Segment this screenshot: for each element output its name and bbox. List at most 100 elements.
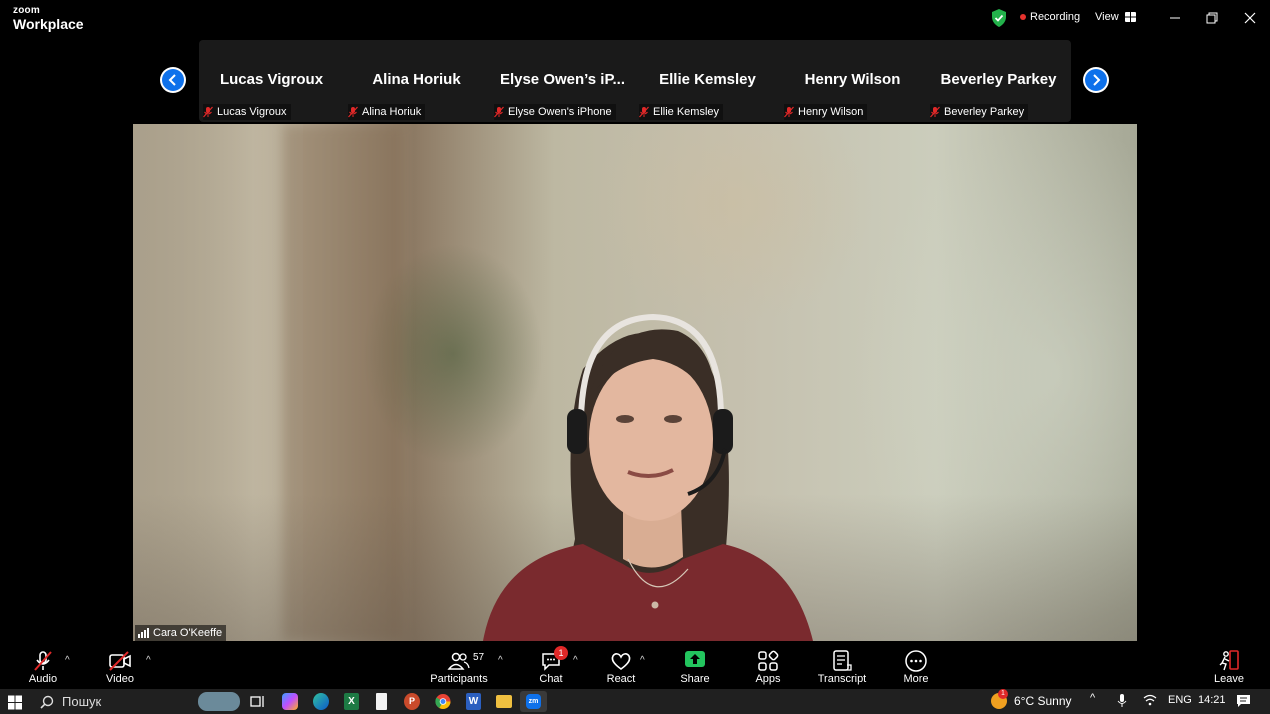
tile-display-name: Alina Horiuk (372, 71, 461, 88)
participant-tile[interactable]: Elyse Owen’s iP... Elyse Owen's iPhone (490, 40, 635, 122)
view-label: View (1095, 11, 1119, 23)
apps-button[interactable]: Apps (736, 641, 800, 689)
chevron-right-icon (1093, 74, 1101, 86)
video-off-icon (109, 651, 131, 671)
mic-muted-icon (930, 106, 940, 118)
word-icon[interactable]: W (466, 693, 481, 710)
active-speaker-video[interactable]: Cara O'Keeffe (133, 124, 1137, 641)
tile-display-name: Elyse Owen’s iP... (499, 71, 626, 88)
notifications-icon[interactable] (1236, 694, 1251, 708)
tile-label: Elyse Owen's iPhone (508, 106, 612, 118)
os-taskbar: Пошук X P W zm 1 6°C Sunny ^ ENG 14:21 (0, 689, 1270, 714)
tile-label: Alina Horiuk (362, 106, 422, 118)
weather-text[interactable]: 6°C Sunny (1014, 694, 1072, 708)
react-label: React (606, 673, 636, 685)
share-button[interactable]: Share (663, 641, 727, 689)
video-options-chevron-icon[interactable]: ^ (146, 655, 151, 666)
grid-view-icon (1124, 12, 1136, 22)
heart-icon (611, 653, 631, 670)
view-button[interactable]: View (1095, 11, 1136, 23)
more-options-icon (905, 650, 927, 672)
chat-unread-badge: 1 (554, 646, 568, 660)
participant-tile[interactable]: Henry Wilson Henry Wilson (780, 40, 925, 122)
participant-tile[interactable]: Ellie Kemsley Ellie Kemsley (635, 40, 780, 122)
microphone-tray-icon[interactable] (1117, 693, 1127, 708)
search-highlight-icon[interactable] (198, 692, 240, 711)
participants-button[interactable]: 57 Participants (427, 641, 491, 689)
mic-muted-icon (639, 106, 649, 118)
mic-muted-icon (203, 106, 213, 118)
more-button[interactable]: More (884, 641, 948, 689)
tile-nameplate: Alina Horiuk (348, 104, 426, 120)
audio-label: Audio (28, 673, 58, 685)
gallery-prev-button[interactable] (160, 67, 186, 93)
apps-label: Apps (755, 673, 781, 685)
language-indicator[interactable]: ENG (1168, 694, 1192, 706)
chevron-left-icon (168, 74, 176, 86)
notepad-icon[interactable] (376, 693, 387, 710)
chat-options-chevron-icon[interactable]: ^ (573, 655, 578, 666)
leave-icon (1219, 650, 1239, 671)
chat-label: Chat (539, 673, 563, 685)
tile-label: Ellie Kemsley (653, 106, 720, 118)
speaker-nameplate: Cara O'Keeffe (135, 625, 227, 641)
tile-nameplate: Beverley Parkey (930, 104, 1029, 120)
edge-browser-icon[interactable] (313, 693, 329, 710)
tile-display-name: Lucas Vigroux (219, 71, 324, 88)
windows-start-icon[interactable] (8, 694, 22, 711)
zoom-app-icon: zm (526, 694, 541, 709)
leave-button[interactable]: Leave (1197, 641, 1261, 689)
gallery-strip: Lucas Vigroux Lucas Vigroux Alina Horiuk… (199, 40, 1071, 122)
file-explorer-icon[interactable] (496, 695, 512, 708)
task-view-icon[interactable] (250, 693, 266, 710)
wifi-icon[interactable] (1143, 694, 1157, 706)
more-label: More (903, 673, 929, 685)
participant-tile[interactable]: Beverley Parkey Beverley Parkey (926, 40, 1071, 122)
weather-badge: 1 (998, 689, 1008, 699)
mic-muted-icon (784, 106, 794, 118)
restore-icon[interactable] (1201, 8, 1223, 28)
zoom-taskbar-button[interactable]: zm (520, 691, 547, 712)
brand-bottom: Workplace (13, 16, 84, 32)
tile-nameplate: Henry Wilson (784, 104, 868, 120)
transcript-label: Transcript (817, 673, 867, 685)
participants-count: 57 (473, 652, 485, 663)
security-shield-icon[interactable] (991, 9, 1007, 27)
audio-options-chevron-icon[interactable]: ^ (65, 655, 70, 666)
gallery-next-button[interactable] (1083, 67, 1109, 93)
clock[interactable]: 14:21 (1198, 694, 1226, 706)
speaker-name: Cara O'Keeffe (153, 627, 223, 639)
search-icon (40, 695, 54, 709)
recording-dot-icon (1020, 14, 1026, 20)
tray-expand-chevron-icon[interactable]: ^ (1090, 692, 1095, 704)
transcript-button[interactable]: Transcript (810, 641, 874, 689)
tile-display-name: Beverley Parkey (940, 71, 1057, 88)
signal-strength-icon (138, 628, 149, 638)
copilot-icon[interactable] (282, 693, 298, 710)
close-icon[interactable] (1239, 8, 1261, 28)
leave-label: Leave (1214, 673, 1244, 685)
tile-label: Lucas Vigroux (217, 106, 287, 118)
tile-display-name: Henry Wilson (804, 71, 901, 88)
participant-tile[interactable]: Lucas Vigroux Lucas Vigroux (199, 40, 344, 122)
participants-options-chevron-icon[interactable]: ^ (498, 655, 503, 666)
zoom-logo: zoom Workplace (13, 6, 84, 32)
mic-muted-icon (494, 106, 504, 118)
tile-nameplate: Ellie Kemsley (639, 104, 724, 120)
search-placeholder: Пошук (62, 694, 102, 709)
react-options-chevron-icon[interactable]: ^ (640, 655, 645, 666)
minimize-icon[interactable] (1164, 8, 1186, 28)
excel-icon[interactable]: X (344, 693, 359, 710)
tile-label: Henry Wilson (798, 106, 864, 118)
participants-label: Participants (430, 673, 488, 685)
recording-indicator[interactable]: Recording (1020, 11, 1080, 23)
title-bar: zoom Workplace Recording View (0, 0, 1270, 38)
video-button[interactable]: Video (88, 641, 152, 689)
powerpoint-icon[interactable]: P (404, 693, 420, 710)
participants-icon (447, 652, 470, 670)
tile-nameplate: Elyse Owen's iPhone (494, 104, 616, 120)
participant-tile[interactable]: Alina Horiuk Alina Horiuk (344, 40, 489, 122)
recording-label: Recording (1030, 11, 1081, 23)
mic-muted-icon (348, 106, 358, 118)
chrome-icon[interactable] (435, 693, 451, 710)
